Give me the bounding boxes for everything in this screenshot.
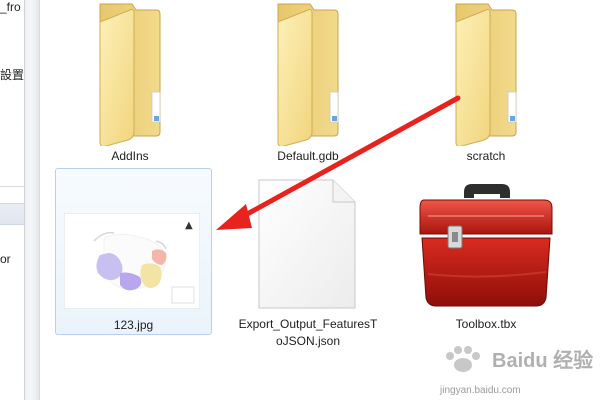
watermark-url: jingyan.baidu.com — [440, 385, 521, 396]
red-arrow-icon — [216, 95, 461, 230]
watermark-title: Baidu 经验 — [492, 350, 594, 372]
baidu-paw-logo-icon — [446, 346, 480, 372]
watermark: Baidu 经验 jingyan.baidu.com — [434, 342, 594, 396]
